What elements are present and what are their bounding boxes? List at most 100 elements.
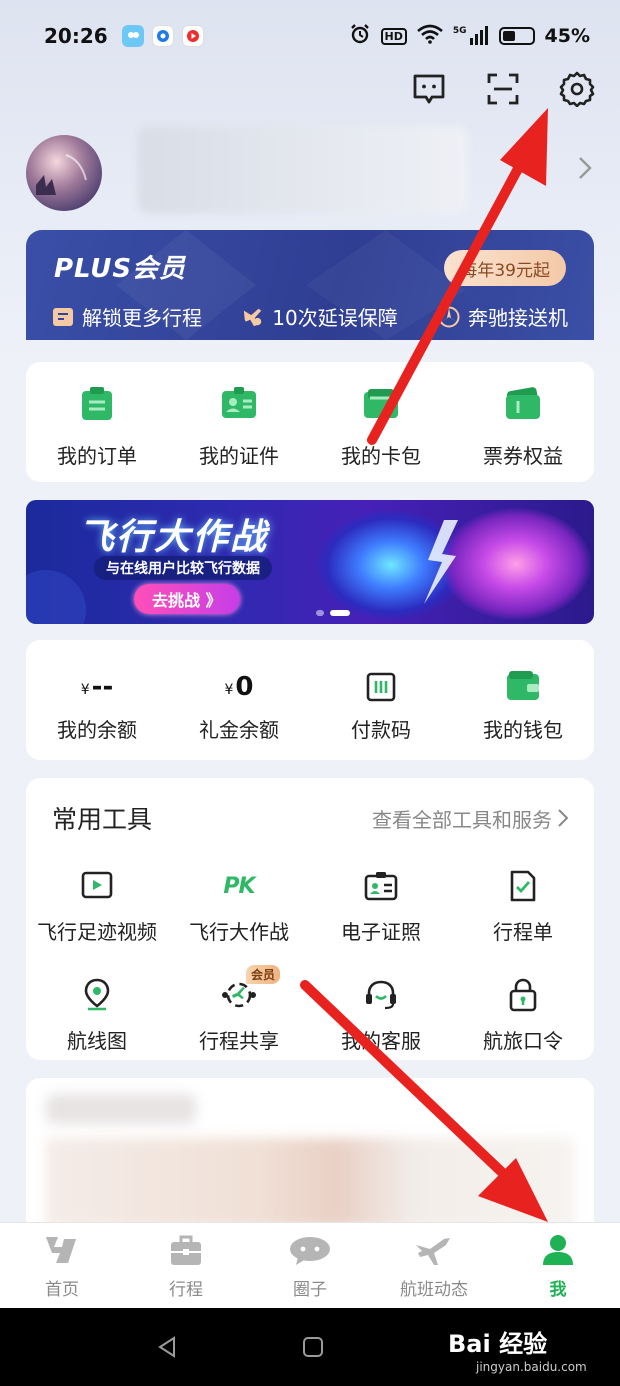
balance-value: ¥ -- xyxy=(80,672,114,702)
tab-trips[interactable]: 行程 xyxy=(131,1223,241,1308)
tool-share-trip[interactable]: 会员 行程共享 xyxy=(168,965,310,1054)
tab-label: 行程 xyxy=(169,1280,203,1300)
tool-flight-video[interactable]: 飞行足迹视频 xyxy=(26,866,168,945)
chevron-right-icon[interactable] xyxy=(578,156,592,184)
tool-itinerary[interactable]: 行程单 xyxy=(452,866,594,945)
promo-banner[interactable]: 飞行大作战 与在线用户比较飞行数据 去挑战 》 xyxy=(26,500,594,624)
wallet-item[interactable]: 我的钱包 xyxy=(452,666,594,743)
quick-label: 我的证件 xyxy=(199,444,279,468)
perk-label: 解锁更多行程 xyxy=(82,306,202,330)
battery-level xyxy=(502,31,516,41)
card-pack-icon xyxy=(362,386,400,426)
banner-dot-active[interactable] xyxy=(330,610,350,616)
gift-balance-value: ¥0 xyxy=(224,672,254,702)
quick-item-cards[interactable]: 我的卡包 xyxy=(310,386,452,469)
tool-label: 行程单 xyxy=(493,920,553,944)
tab-label: 首页 xyxy=(45,1280,79,1300)
banner-dot[interactable] xyxy=(316,610,324,616)
banner-subtitle: 与在线用户比较飞行数据 xyxy=(94,556,272,580)
plus-membership-card[interactable]: PLUS会员 每年39元起 解锁更多行程 10次延误保障 奔驰接送机 xyxy=(26,230,594,340)
tool-travel-password[interactable]: 航旅口令 xyxy=(452,975,594,1054)
status-app-icons xyxy=(121,25,204,47)
itinerary-icon xyxy=(503,866,543,906)
person-icon xyxy=(536,1231,580,1269)
tool-label: 飞行大作战 xyxy=(189,920,289,944)
battery-icon xyxy=(498,27,535,45)
hd-badge: HD xyxy=(380,27,407,45)
plus-price-button[interactable]: 每年39元起 xyxy=(444,250,566,286)
perk-label: 10次延误保障 xyxy=(272,306,398,330)
paycode-item[interactable]: 付款码 xyxy=(310,666,452,743)
quick-actions-card: 我的订单 我的证件 我的卡包 票券权益 xyxy=(26,362,594,482)
gift-balance-label: 礼金余额 xyxy=(199,718,279,742)
app-browser-icon xyxy=(151,25,174,47)
tab-label: 航班动态 xyxy=(400,1280,468,1300)
profile-header[interactable] xyxy=(26,126,600,216)
tab-circle[interactable]: 圈子 xyxy=(255,1223,365,1308)
nav-home-icon[interactable] xyxy=(302,1336,324,1362)
blurred-content-card xyxy=(26,1078,594,1238)
quick-item-orders[interactable]: 我的订单 xyxy=(26,386,168,469)
banner-challenge-button[interactable]: 去挑战 》 xyxy=(134,584,240,614)
ticket-icon xyxy=(52,306,74,328)
tools-card: 常用工具 查看全部工具和服务 飞行足迹视频 PK 飞行大作战 电子证照 行程单 … xyxy=(26,778,594,1060)
benz-icon xyxy=(438,306,460,328)
tab-label: 圈子 xyxy=(293,1280,327,1300)
status-bar: 20:26 HD 5G 45% xyxy=(0,0,620,72)
tool-label: 电子证照 xyxy=(341,920,421,944)
lock-icon xyxy=(503,975,543,1015)
battery-percent: 45% xyxy=(544,25,590,47)
message-icon[interactable] xyxy=(410,70,448,108)
chat-bubble-icon xyxy=(288,1231,332,1269)
chevron-right-icon xyxy=(558,809,568,827)
tool-pk-battle[interactable]: PK 飞行大作战 xyxy=(168,866,310,945)
perk-item: 解锁更多行程 xyxy=(52,302,202,331)
tab-flight-status[interactable]: 航班动态 xyxy=(379,1223,489,1308)
signal-icon: 5G xyxy=(453,26,489,46)
map-pin-icon xyxy=(77,975,117,1015)
view-all-tools-link[interactable]: 查看全部工具和服务 xyxy=(372,804,568,833)
vip-badge: 会员 xyxy=(246,965,281,984)
quick-label: 我的卡包 xyxy=(341,444,421,468)
app-video-icon xyxy=(181,25,204,47)
quick-item-coupons[interactable]: 票券权益 xyxy=(452,386,594,469)
wallet-label: 我的钱包 xyxy=(483,718,563,742)
tool-label: 行程共享 xyxy=(199,1029,279,1053)
nav-back-icon[interactable] xyxy=(156,1336,178,1362)
settings-gear-icon[interactable] xyxy=(558,70,596,108)
alarm-icon xyxy=(349,23,371,50)
tab-home[interactable]: 首页 xyxy=(7,1223,117,1308)
tool-route-map[interactable]: 航线图 xyxy=(26,975,168,1054)
gift-balance-item[interactable]: ¥0 礼金余额 xyxy=(168,666,310,743)
banner-pagination xyxy=(316,610,350,616)
perk-item: 奔驰接送机 xyxy=(438,302,568,331)
plus-title: PLUS会员 xyxy=(54,254,187,284)
home-icon xyxy=(40,1231,84,1269)
quick-item-ids[interactable]: 我的证件 xyxy=(168,386,310,469)
wallet-card: ¥ -- 我的余额 ¥0 礼金余额 付款码 我的钱包 xyxy=(26,640,594,760)
coupon-icon xyxy=(504,386,542,426)
watermark: Bai 经验 xyxy=(448,1330,548,1358)
header-actions xyxy=(410,70,596,108)
e-license-icon xyxy=(361,866,401,906)
balance-label: 我的余额 xyxy=(57,718,137,742)
scan-icon[interactable] xyxy=(484,70,522,108)
balance-item[interactable]: ¥ -- 我的余额 xyxy=(26,666,168,743)
plus-perks: 解锁更多行程 10次延误保障 奔驰接送机 xyxy=(52,302,568,331)
blurred-content xyxy=(46,1138,574,1228)
tab-me[interactable]: 我 xyxy=(503,1223,613,1308)
tool-customer-service[interactable]: 我的客服 xyxy=(310,975,452,1054)
tool-label: 航线图 xyxy=(67,1029,127,1053)
view-all-tools-label: 查看全部工具和服务 xyxy=(372,807,552,832)
perk-item: 10次延误保障 xyxy=(242,302,398,331)
system-nav-bar: Bai 经验 jingyan.baidu.com xyxy=(0,1308,620,1386)
avatar[interactable] xyxy=(26,135,102,211)
tool-e-license[interactable]: 电子证照 xyxy=(310,866,452,945)
headset-icon xyxy=(361,975,401,1015)
app-notify-icon xyxy=(121,25,144,47)
pk-icon: PK xyxy=(223,873,255,899)
tab-label: 我 xyxy=(549,1280,567,1300)
paycode-label: 付款码 xyxy=(351,718,411,742)
tool-label: 航旅口令 xyxy=(483,1029,563,1053)
tool-label: 我的客服 xyxy=(341,1029,421,1053)
